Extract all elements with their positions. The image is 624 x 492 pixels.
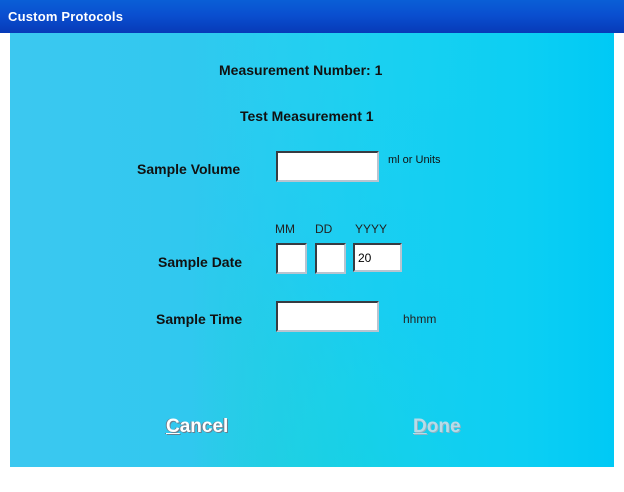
window-title: Custom Protocols: [8, 9, 124, 24]
sample-volume-input[interactable]: [276, 151, 379, 182]
date-year-header: YYYY: [355, 222, 388, 236]
cancel-button-label: ancel: [179, 416, 229, 437]
window-border-right: [614, 33, 624, 492]
done-button-accelerator: D: [413, 416, 427, 437]
sample-date-month-input[interactable]: [276, 243, 307, 274]
cancel-button[interactable]: Cancel: [166, 416, 228, 438]
sample-volume-units-hint: ml or Units: [388, 154, 441, 166]
cancel-button-accelerator: C: [166, 416, 180, 437]
measurement-number-label: Measurement Number:: [219, 62, 371, 78]
date-month-header: MM: [275, 222, 295, 236]
sample-date-year-input[interactable]: [353, 243, 402, 272]
date-day-header: DD: [315, 222, 333, 236]
measurement-number: Measurement Number: 1: [219, 62, 382, 78]
window-border-bottom: [0, 467, 624, 492]
title-bar[interactable]: Custom Protocols: [0, 0, 624, 33]
sample-volume-label: Sample Volume: [137, 161, 241, 177]
sample-date-day-input[interactable]: [315, 243, 346, 274]
dialog-background: [10, 33, 614, 467]
measurement-number-value: 1: [374, 62, 383, 78]
custom-protocols-window: Custom Protocols Measurement Number: 1 T…: [0, 0, 624, 492]
done-button[interactable]: Done: [413, 416, 461, 438]
sample-time-format-hint: hhmm: [403, 312, 437, 326]
sample-time-input[interactable]: [276, 301, 379, 332]
sample-time-label: Sample Time: [156, 311, 243, 327]
done-button-label: one: [426, 416, 461, 437]
window-border-left: [0, 33, 10, 492]
measurement-name: Test Measurement 1: [240, 108, 374, 124]
sample-date-label: Sample Date: [158, 254, 243, 270]
